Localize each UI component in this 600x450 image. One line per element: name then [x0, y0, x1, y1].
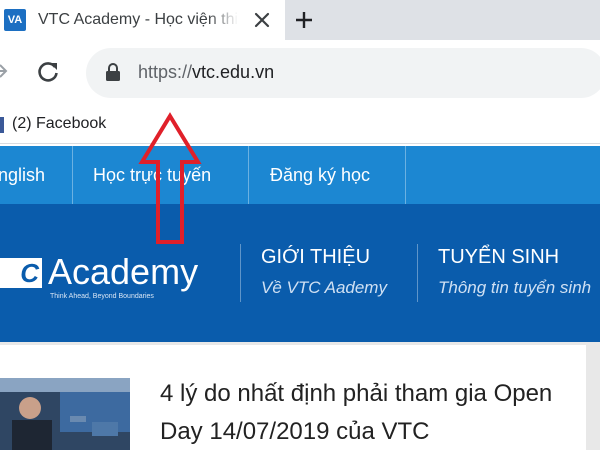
tab-strip: VA VTC Academy - Học viện thiết kế: [0, 0, 600, 40]
menu-admissions-title: TUYỂN SINH: [438, 246, 560, 268]
article-thumbnail[interactable]: [0, 378, 130, 450]
bookmarks-bar: (2) Facebook: [0, 106, 600, 144]
tab-favicon: VA: [4, 9, 26, 31]
nav-divider: [248, 146, 249, 204]
bookmark-facebook[interactable]: (2) Facebook: [12, 114, 106, 134]
site-header: C Academy Think Ahead, Beyond Boundaries…: [0, 204, 600, 342]
nav-english[interactable]: nglish: [0, 146, 45, 204]
logo-mark: C: [0, 258, 42, 288]
article-card[interactable]: 4 lý do nhất định phải tham gia Open Day…: [0, 345, 586, 450]
tab-title: VTC Academy - Học viện thiết kế: [38, 11, 238, 28]
menu-admissions-subtitle: Thông tin tuyển sinh: [438, 278, 592, 297]
menu-about[interactable]: GIỚI THIỆU Về VTC Aademy: [261, 244, 387, 300]
logo-text: Academy: [48, 251, 199, 292]
menu-about-title: GIỚI THIỆU: [261, 246, 371, 268]
lock-icon[interactable]: [104, 62, 122, 82]
back-arrow-icon[interactable]: [0, 62, 8, 80]
menu-about-subtitle: Về VTC Aademy: [261, 278, 387, 297]
header-divider: [240, 244, 241, 302]
header-divider: [417, 244, 418, 302]
thumbnail-image: [0, 378, 130, 450]
article-title[interactable]: 4 lý do nhất định phải tham gia Open Day…: [160, 375, 570, 450]
nav-divider: [405, 146, 406, 204]
nav-register[interactable]: Đăng ký học: [270, 146, 370, 204]
menu-admissions[interactable]: TUYỂN SINH Thông tin tuyển sinh: [438, 244, 591, 300]
facebook-icon: [0, 117, 4, 133]
close-icon[interactable]: [250, 8, 274, 32]
logo-tagline: Think Ahead, Beyond Boundaries: [50, 293, 154, 300]
site-top-nav: nglish Học trực tuyến Đăng ký học: [0, 146, 600, 204]
vtc-academy-logo[interactable]: C Academy Think Ahead, Beyond Boundaries: [0, 252, 220, 308]
nav-divider: [72, 146, 73, 204]
url-scheme: https://: [138, 62, 193, 82]
browser-toolbar: https://vtc.edu.vn: [0, 40, 600, 106]
annotation-arrow-icon: [138, 112, 202, 244]
browser-tab[interactable]: VA VTC Academy - Học viện thiết kế: [0, 0, 285, 40]
plus-icon[interactable]: [292, 8, 316, 32]
reload-icon[interactable]: [34, 58, 62, 86]
url-text[interactable]: https://vtc.edu.vn: [138, 60, 274, 84]
url-host: vtc.edu.vn: [192, 62, 275, 82]
